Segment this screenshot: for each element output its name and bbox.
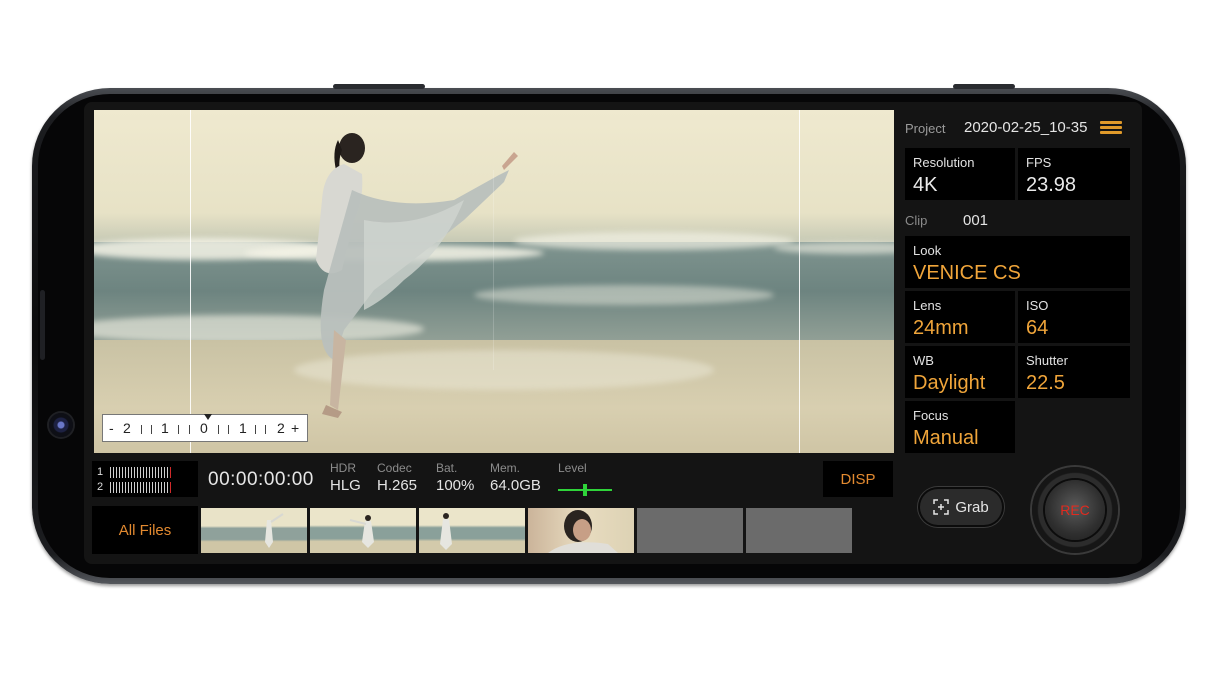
volume-button	[333, 84, 425, 89]
viewfinder[interactable]: - 2 1 0 1 2 +	[94, 110, 894, 453]
frame-guide-right	[799, 110, 800, 453]
codec-value: H.265	[377, 477, 418, 494]
focus-value: Manual	[913, 427, 979, 449]
disp-button[interactable]: DISP	[823, 461, 893, 497]
fps-setting[interactable]: FPS 23.98	[1018, 148, 1130, 200]
ev-label: 0	[200, 420, 208, 436]
resolution-value: 4K	[913, 174, 938, 196]
project-name: 2020-02-25_10-35	[964, 119, 1088, 136]
front-camera	[49, 413, 73, 437]
memory-label: Mem.	[490, 461, 520, 475]
codec-label: Codec	[377, 461, 412, 475]
timecode: 00:00:00:00	[208, 469, 314, 490]
grab-icon	[933, 499, 950, 515]
hdr-status: HDR HLG	[330, 461, 361, 494]
iso-setting[interactable]: ISO 64	[1018, 291, 1130, 343]
all-files-button[interactable]: All Files	[92, 506, 198, 554]
focus-setting[interactable]: Focus Manual	[905, 401, 1015, 453]
thumbnail-figure	[349, 515, 374, 548]
clip-thumbnail[interactable]	[310, 508, 416, 553]
ev-label: 1	[239, 420, 247, 436]
audio-channel-1: 1	[97, 465, 171, 479]
clip-number: 001	[963, 212, 989, 229]
focus-label: Focus	[913, 408, 949, 423]
look-setting[interactable]: Look VENICE CS	[905, 236, 1130, 288]
shutter-value: 22.5	[1026, 372, 1065, 394]
battery-value: 100%	[436, 477, 475, 494]
lens-setting[interactable]: Lens 24mm	[905, 291, 1015, 343]
codec-status: Codec H.265	[377, 461, 417, 494]
iso-label: ISO	[1026, 298, 1049, 313]
clip-thumbnail[interactable]	[201, 508, 307, 553]
power-button	[953, 84, 1015, 89]
clip-thumbnails: All Files	[92, 506, 862, 554]
battery-label: Bat.	[436, 461, 458, 475]
menu-icon[interactable]	[1100, 121, 1122, 135]
grid-line	[493, 170, 494, 370]
frame-guide-left	[190, 110, 191, 453]
wb-label: WB	[913, 353, 934, 368]
record-button[interactable]: REC	[1045, 480, 1105, 540]
lens-label: Lens	[913, 298, 942, 313]
empty-thumbnail-slot	[746, 508, 852, 553]
project-label: Project	[905, 121, 946, 136]
thumbnail-figure	[440, 513, 452, 550]
level-label: Level	[558, 461, 587, 475]
memory-status: Mem. 64.0GB	[490, 461, 541, 494]
look-value: VENICE CS	[913, 262, 1021, 284]
thumbnail-figure	[265, 513, 284, 548]
audio-channel-2: 2	[97, 480, 171, 494]
clip-label: Clip	[905, 213, 928, 228]
level-icon	[558, 484, 612, 496]
wave	[514, 232, 794, 250]
clip-thumbnail[interactable]	[528, 508, 634, 553]
look-label: Look	[913, 243, 942, 258]
person-figure	[316, 133, 518, 418]
shutter-label: Shutter	[1026, 353, 1068, 368]
iso-value: 64	[1026, 317, 1049, 339]
memory-value: 64.0GB	[490, 477, 541, 494]
ev-label: +	[291, 420, 300, 436]
status-bar: 1 2 00:00:00:00 HDR HLG Codec H.265 Bat.…	[92, 454, 893, 504]
clip-thumbnail[interactable]	[419, 508, 525, 553]
ev-label: 2	[123, 420, 131, 436]
empty-thumbnail-slot	[637, 508, 743, 553]
wb-value: Daylight	[913, 372, 986, 394]
side-key	[40, 290, 45, 360]
shutter-setting[interactable]: Shutter 22.5	[1018, 346, 1130, 398]
hdr-label: HDR	[330, 461, 356, 475]
grab-button[interactable]: Grab	[918, 487, 1004, 527]
ev-label: -	[109, 420, 114, 436]
fps-label: FPS	[1026, 155, 1052, 170]
lens-value: 24mm	[913, 317, 969, 339]
audio-channel-label: 1	[97, 466, 104, 478]
settings-panel: Project 2020-02-25_10-35 Resolution 4K F…	[902, 102, 1142, 564]
record-button-ring: REC	[1032, 467, 1118, 553]
battery-status: Bat. 100%	[436, 461, 474, 494]
wb-setting[interactable]: WB Daylight	[905, 346, 1015, 398]
camera-app-screen: - 2 1 0 1 2 + 1 2 00:00:00:00 HDR HLG Co…	[84, 102, 1142, 564]
resolution-label: Resolution	[913, 155, 975, 170]
grab-label: Grab	[955, 498, 989, 516]
ev-label: 2	[277, 420, 285, 436]
audio-channel-label: 2	[97, 481, 104, 493]
hdr-value: HLG	[330, 477, 361, 494]
resolution-setting[interactable]: Resolution 4K	[905, 148, 1015, 200]
audio-level-meter: 1 2	[92, 461, 198, 497]
fps-value: 23.98	[1026, 174, 1077, 196]
thumbnail-figure	[548, 510, 618, 553]
ev-label: 1	[161, 420, 169, 436]
level-status: Level	[558, 461, 587, 475]
exposure-scale: - 2 1 0 1 2 +	[102, 414, 308, 442]
